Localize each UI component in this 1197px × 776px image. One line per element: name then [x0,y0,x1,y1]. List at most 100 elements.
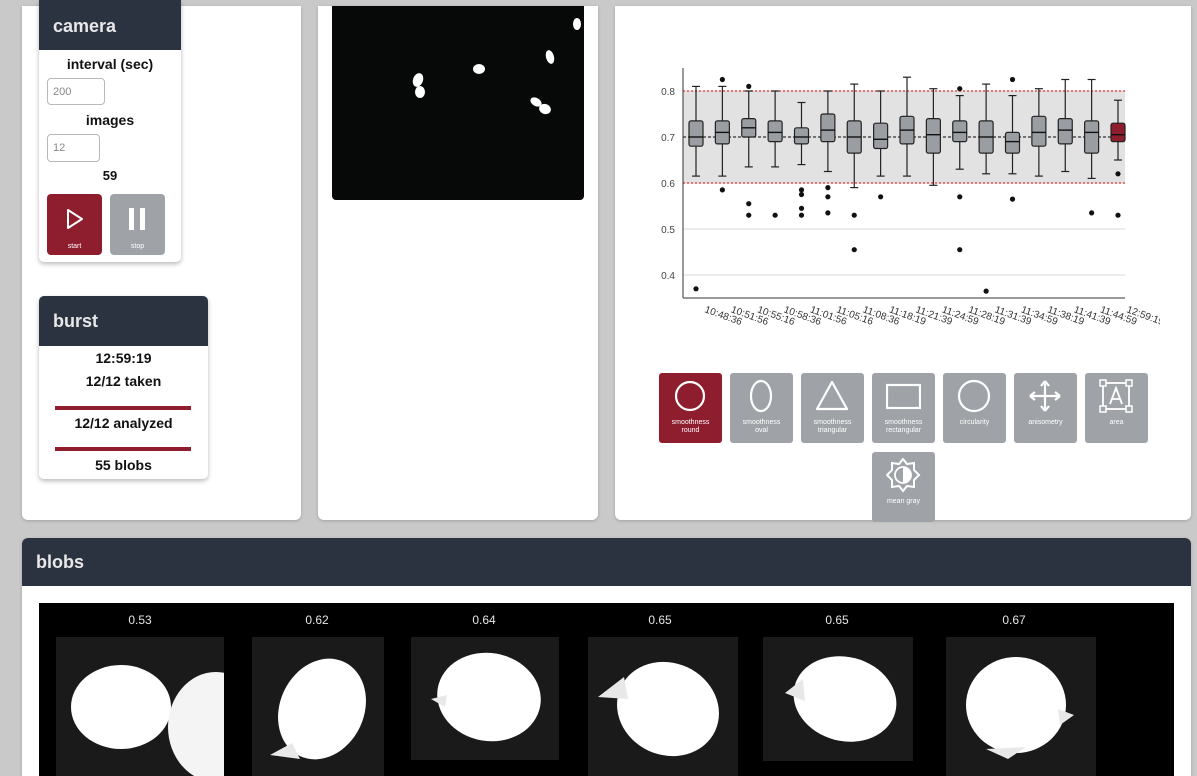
outlier-point [772,212,778,218]
burst-analyzed: 12/12 analyzed [74,415,173,431]
metric-button-anisometry[interactable]: anisometry [1014,373,1077,443]
metric-label-line2: rectangular [885,427,922,434]
metric-label-line1: smoothness [742,419,781,426]
circle-outline-icon [957,379,991,413]
play-icon [67,209,83,229]
blob-image[interactable] [763,637,913,761]
interval-label: interval (sec) [66,56,154,72]
y-tick-label: 0.8 [661,87,675,98]
outlier-point [957,86,963,92]
move-arrows-icon [1029,380,1061,412]
outlier-point [1009,196,1016,202]
stop-button[interactable]: stop [110,194,165,255]
outlier-point [798,187,805,193]
blob-image[interactable] [588,637,738,776]
box [767,120,783,143]
interval-input[interactable] [47,78,105,105]
area-frame-icon [1099,379,1133,413]
outlier-point [746,212,752,218]
blob-value: 0.62 [305,613,329,627]
image-count: 59 [102,168,118,183]
blob-value: 0.65 [648,613,672,627]
box [1084,120,1100,154]
outlier-point [851,212,857,218]
outlier-point [825,194,831,200]
blob-value: 0.65 [825,613,849,627]
camera-title: camera [53,16,117,36]
box [952,120,968,143]
blob-value: 0.64 [472,613,496,627]
stop-button-label: stop [130,243,145,250]
burst-blobs: 55 blobs [95,457,152,473]
metric-label-line1: mean gray [886,498,921,505]
contrast-icon [886,458,921,493]
outlier-point [825,210,831,216]
metric-label-line2: oval [755,427,768,434]
oval-icon [749,379,773,413]
metric-button-circularity[interactable]: circularity [943,373,1006,443]
y-tick-label: 0.4 [661,271,675,282]
circle-icon [674,380,706,412]
camera-image [332,6,584,200]
metric-button-smoothness-rectangular[interactable]: smoothness rectangular [872,373,935,443]
pause-icon [129,208,145,230]
burst-taken: 12/12 taken [85,373,162,389]
triangle-icon [815,380,849,411]
outlier-point [798,191,805,198]
blob-image[interactable] [411,637,559,760]
box [1031,115,1047,147]
camera-card: camera interval (sec) images 59 start st… [39,0,181,262]
metric-label-line1: anisometry [1028,419,1063,426]
outlier-point [1089,210,1095,216]
blob-image[interactable] [946,637,1096,776]
start-button-label: start [67,243,82,250]
box [1004,131,1021,154]
box [925,117,941,154]
metric-label-line1: circularity [959,419,990,426]
box-plot-chart: 0.40.50.60.70.810:48:3610:51:5610:55:161… [661,68,1160,328]
metric-button-smoothness-triangular[interactable]: smoothness triangular [801,373,864,443]
outlier-point [1009,76,1016,83]
blob-image[interactable] [56,637,224,776]
metric-label-line1: smoothness [671,419,710,426]
y-tick-label: 0.6 [661,179,675,190]
y-tick-label: 0.5 [661,225,675,236]
metric-button-smoothness-round[interactable]: smoothness round [659,373,722,443]
burst-title: burst [53,311,98,331]
outlier-point [1115,212,1121,218]
metric-button-smoothness-oval[interactable]: smoothness oval [730,373,793,443]
box [1110,122,1126,143]
metric-label-line1: smoothness [884,419,923,426]
outlier-point [746,201,752,207]
start-button[interactable]: start [47,194,102,255]
images-input[interactable] [47,134,100,162]
box [793,127,810,145]
taken-progress-bar [55,406,191,410]
y-tick-label: 0.7 [661,133,675,144]
metric-label-line2: triangular [817,427,848,434]
blob-value: 0.53 [128,613,152,627]
outlier-point [798,205,805,211]
outlier-point [1115,171,1121,177]
blobs-title: blobs [36,552,84,572]
outlier-point [983,288,989,294]
box [820,113,836,143]
box [1057,117,1073,145]
outlier-point [719,187,725,193]
outlier-point [957,194,963,200]
outlier-point [693,286,699,292]
metric-button-mean-gray[interactable]: mean gray [872,452,935,522]
blobs-header: blobs [22,538,1191,586]
outlier-point [878,194,884,200]
outlier-point [798,212,805,218]
outlier-point [746,83,752,89]
outlier-point [851,247,857,253]
blob-image[interactable] [252,637,384,776]
blob-value: 0.67 [1002,613,1026,627]
metric-button-area[interactable]: area [1085,373,1148,443]
burst-time: 12:59:19 [95,350,152,366]
metric-label-line2: round [681,427,700,434]
images-label: images [85,112,135,128]
box [688,120,704,147]
analyzed-progress-bar [55,447,191,451]
